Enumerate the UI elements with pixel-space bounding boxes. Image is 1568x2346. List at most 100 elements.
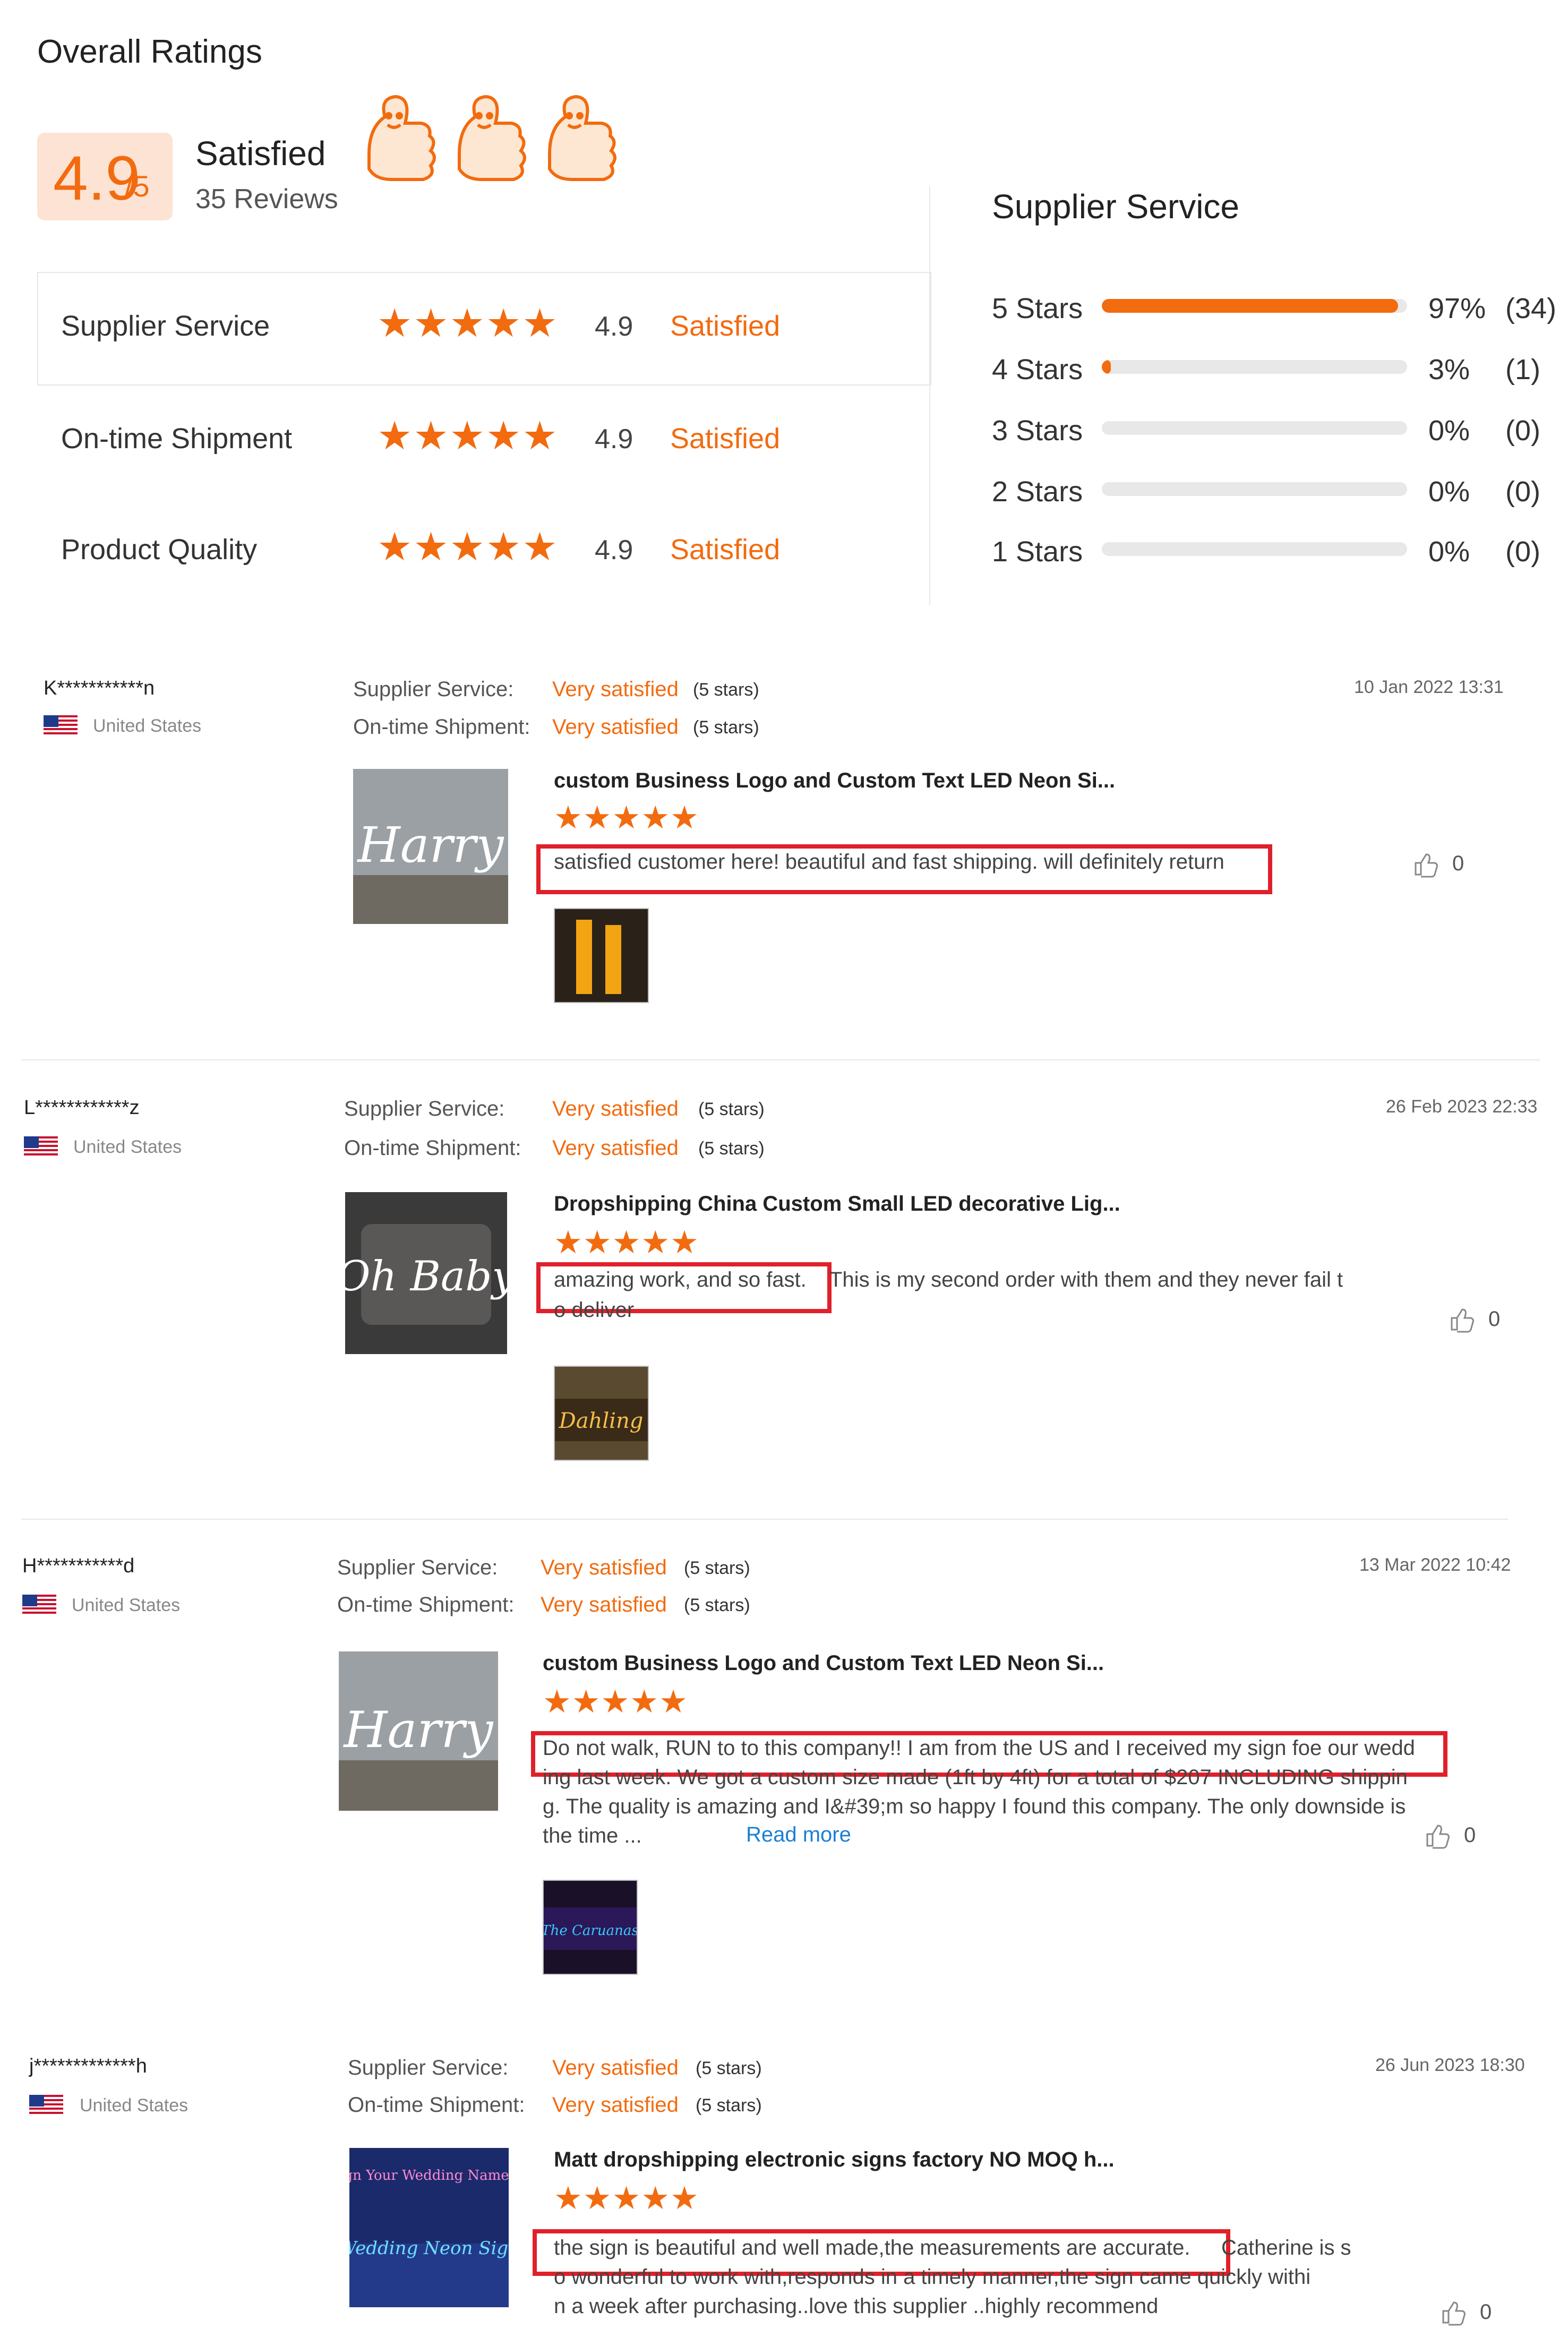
like-icon[interactable] bbox=[1449, 1306, 1475, 1333]
us-flag-icon bbox=[44, 715, 78, 737]
supplier-service-value: Very satisfied bbox=[541, 1556, 667, 1579]
bar-track bbox=[1102, 299, 1407, 313]
supplier-service-stars: (5 stars) bbox=[696, 2058, 762, 2078]
image-text: Dahling bbox=[559, 1409, 644, 1433]
bar-count: (1) bbox=[1505, 354, 1540, 386]
review-text-highlight: Do not walk, RUN to to this company!! I … bbox=[543, 1736, 1415, 1760]
bar-fill bbox=[1102, 299, 1398, 313]
product-image[interactable]: Oh Baby bbox=[345, 1192, 507, 1354]
review-stars: ★★★★★ bbox=[554, 800, 699, 835]
us-flag-icon bbox=[22, 1595, 56, 1616]
thumbs-up-icon bbox=[458, 95, 526, 181]
shipment-stars: (5 stars) bbox=[693, 717, 759, 738]
review-photo[interactable]: Dahling bbox=[554, 1366, 649, 1461]
shipment-stars: (5 stars) bbox=[684, 1595, 750, 1615]
supplier-service-value: Very satisfied bbox=[552, 1097, 679, 1120]
review-date: 26 Feb 2023 22:33 bbox=[1386, 1097, 1538, 1117]
bar-track bbox=[1102, 421, 1407, 435]
image-text: Wedding Neon Sign bbox=[349, 2238, 509, 2259]
bar-percent: 97% bbox=[1428, 293, 1486, 324]
overall-score-suffix: /5 bbox=[125, 169, 150, 203]
review-text: This is my second order with them and th… bbox=[829, 1268, 1343, 1291]
review-text-highlight: amazing work, and so fast. bbox=[554, 1268, 807, 1291]
bar-label: 3 Stars bbox=[992, 415, 1083, 447]
criteria-status: Satisfied bbox=[670, 423, 781, 455]
image-text: The Caruanas bbox=[544, 1923, 637, 1939]
shipment-stars: (5 stars) bbox=[696, 2095, 762, 2116]
reviewer-country: United States bbox=[73, 1137, 182, 1157]
review-text: the time ... bbox=[543, 1824, 642, 1847]
supplier-service-key: Supplier Service: bbox=[337, 1556, 498, 1579]
us-flag-icon bbox=[24, 1136, 58, 1158]
reviewer-country: United States bbox=[80, 2095, 188, 2116]
supplier-service-key: Supplier Service: bbox=[353, 678, 514, 701]
product-image[interactable]: Harry bbox=[339, 1651, 498, 1811]
reviewer-name: L************z bbox=[24, 1097, 140, 1119]
us-flag-icon bbox=[29, 2095, 63, 2116]
like-count: 0 bbox=[1488, 1307, 1501, 1331]
image-text: Harry bbox=[343, 1701, 494, 1759]
bar-percent: 0% bbox=[1428, 536, 1470, 568]
bar-percent: 3% bbox=[1428, 354, 1470, 386]
criteria-score: 4.9 bbox=[595, 311, 633, 342]
bar-track bbox=[1102, 360, 1407, 374]
criteria-stars: ★★★★★ bbox=[377, 301, 559, 345]
bar-count: (0) bbox=[1505, 476, 1540, 508]
criteria-stars: ★★★★★ bbox=[377, 525, 559, 569]
product-title[interactable]: custom Business Logo and Custom Text LED… bbox=[543, 1651, 1104, 1675]
review-count: 35 Reviews bbox=[195, 184, 338, 215]
review-photo[interactable] bbox=[554, 908, 649, 1003]
review-text: satisfied customer here! beautiful and f… bbox=[554, 850, 1224, 874]
shipment-value: Very satisfied bbox=[552, 1136, 679, 1160]
shipment-stars: (5 stars) bbox=[698, 1138, 765, 1159]
like-icon[interactable] bbox=[1412, 851, 1439, 878]
image-text: Harry bbox=[356, 817, 504, 874]
product-title[interactable]: Dropshipping China Custom Small LED deco… bbox=[554, 1192, 1120, 1216]
review-date: 26 Jun 2023 18:30 bbox=[1375, 2055, 1525, 2075]
criteria-score: 4.9 bbox=[595, 535, 633, 566]
reviewer-country: United States bbox=[72, 1595, 181, 1615]
product-title[interactable]: custom Business Logo and Custom Text LED… bbox=[554, 769, 1115, 793]
supplier-service-stars: (5 stars) bbox=[684, 1558, 750, 1578]
criteria-label[interactable]: On-time Shipment bbox=[61, 422, 292, 455]
reviewer-name: K***********n bbox=[44, 677, 155, 699]
review-text: o deliver bbox=[554, 1298, 635, 1322]
review-photo[interactable]: The Caruanas bbox=[543, 1880, 638, 1975]
read-more-link[interactable]: Read more bbox=[746, 1823, 851, 1847]
like-icon[interactable] bbox=[1440, 2299, 1467, 2326]
shipment-key: On-time Shipment: bbox=[353, 715, 530, 739]
overall-label: Satisfied bbox=[195, 134, 326, 173]
review-text: n a week after purchasing..love this sup… bbox=[554, 2294, 1159, 2318]
product-image[interactable]: Harry bbox=[353, 769, 508, 924]
shipment-value: Very satisfied bbox=[552, 2093, 679, 2117]
review-stars: ★★★★★ bbox=[554, 1225, 699, 1260]
bar-count: (0) bbox=[1505, 536, 1540, 568]
supplier-service-stars: (5 stars) bbox=[698, 1099, 765, 1119]
like-count: 0 bbox=[1452, 852, 1464, 875]
thumbs-up-icons bbox=[367, 95, 616, 181]
criteria-status: Satisfied bbox=[670, 534, 781, 566]
like-icon[interactable] bbox=[1424, 1822, 1451, 1849]
bar-fill bbox=[1102, 360, 1111, 374]
shipment-value: Very satisfied bbox=[552, 715, 679, 739]
panel-divider bbox=[929, 186, 930, 605]
image-caption: Design Your Wedding Name Sign bbox=[349, 2168, 509, 2184]
shipment-key: On-time Shipment: bbox=[337, 1593, 515, 1616]
bar-count: (34) bbox=[1505, 293, 1557, 324]
criteria-stars: ★★★★★ bbox=[377, 414, 559, 458]
review-date: 13 Mar 2022 10:42 bbox=[1359, 1555, 1511, 1575]
bar-count: (0) bbox=[1505, 415, 1540, 447]
criteria-label[interactable]: Product Quality bbox=[61, 533, 257, 566]
supplier-service-value: Very satisfied bbox=[552, 2056, 679, 2079]
shipment-key: On-time Shipment: bbox=[344, 1136, 521, 1160]
bar-track bbox=[1102, 482, 1407, 496]
review-stars: ★★★★★ bbox=[554, 2180, 699, 2216]
review-divider bbox=[21, 1519, 1508, 1520]
supplier-service-stars: (5 stars) bbox=[693, 680, 759, 700]
product-title[interactable]: Matt dropshipping electronic signs facto… bbox=[554, 2148, 1115, 2172]
supplier-service-value: Very satisfied bbox=[552, 678, 679, 701]
shipment-key: On-time Shipment: bbox=[348, 2093, 525, 2117]
bar-percent: 0% bbox=[1428, 476, 1470, 508]
product-image[interactable]: Design Your Wedding Name Sign Wedding Ne… bbox=[349, 2148, 509, 2307]
criteria-score: 4.9 bbox=[595, 424, 633, 455]
